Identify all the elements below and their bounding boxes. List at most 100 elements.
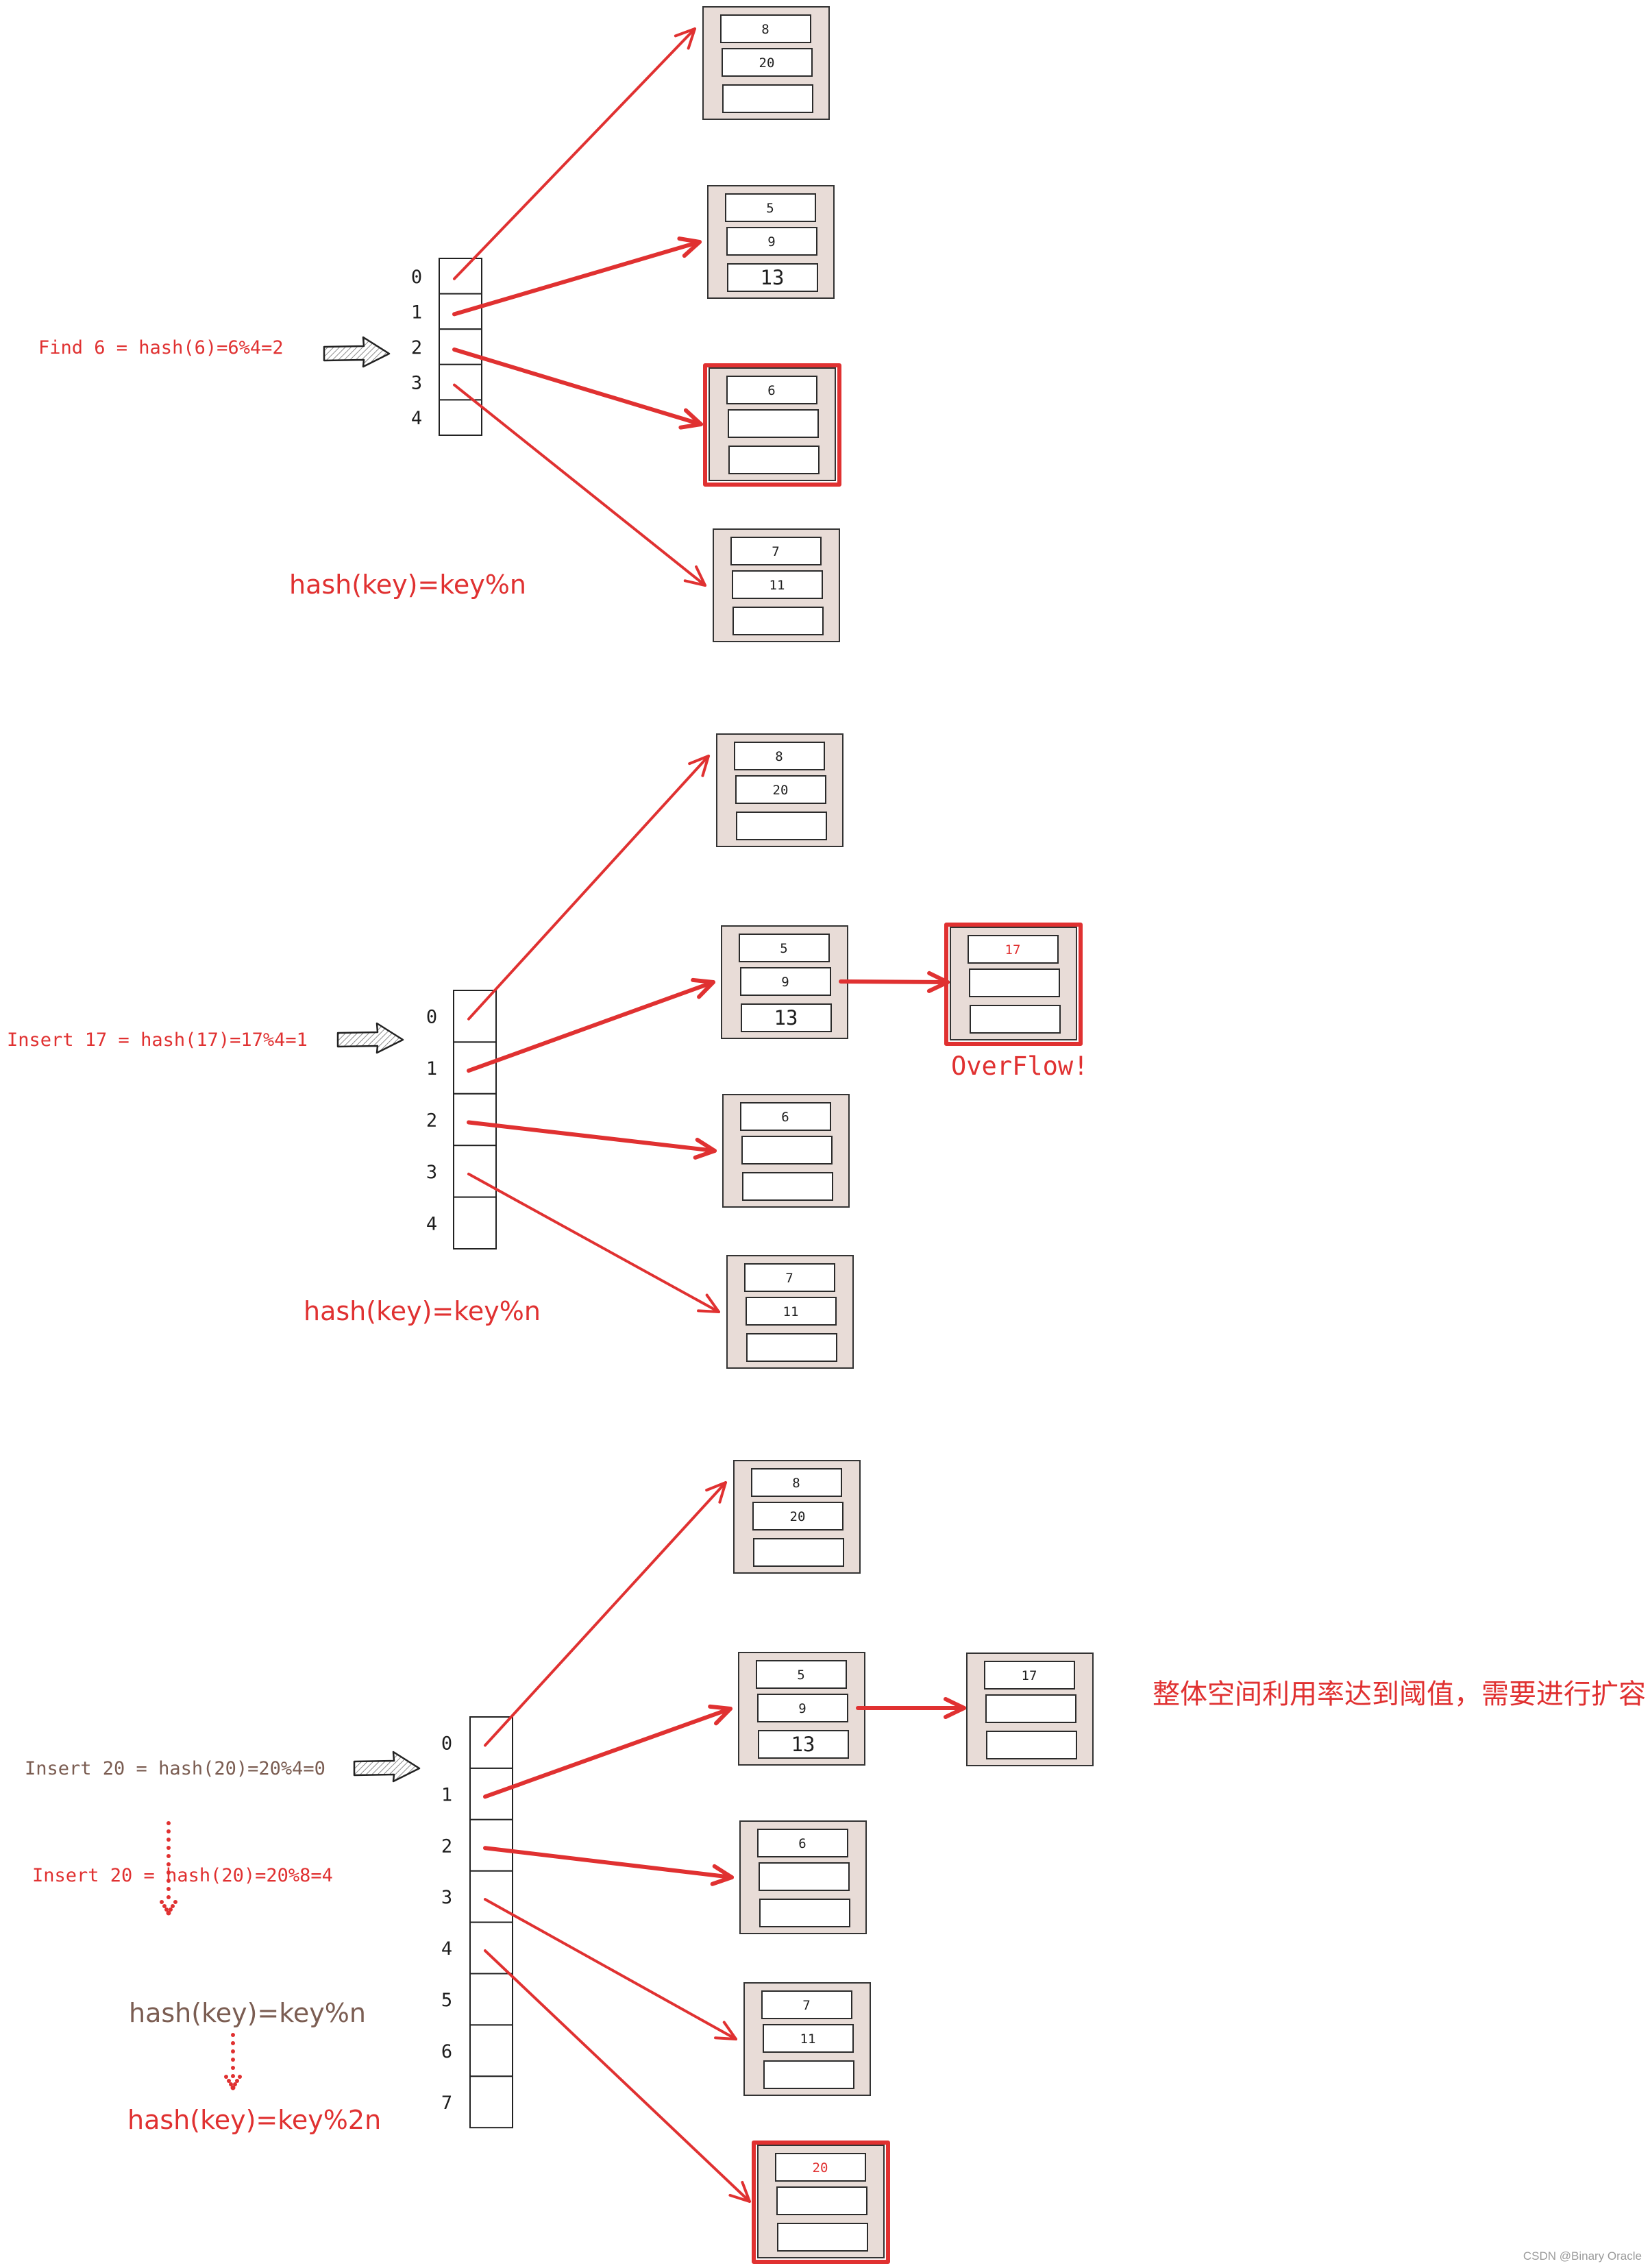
slot-value: 9 [767,234,775,249]
pointer-line [484,1949,751,2203]
array-index-label: 3 [411,373,422,394]
array-cell [469,1716,513,1769]
array-cell [469,2075,513,2129]
dot [167,1838,171,1842]
dot [231,2033,235,2037]
dot [167,1846,171,1850]
array-cell [453,1196,497,1249]
array-index-label: 4 [426,1213,437,1234]
dot [231,2049,235,2053]
slot-value: 11 [769,578,785,593]
dot [167,1854,171,1858]
bucket-slot [728,446,820,474]
slot-value: 5 [780,941,787,956]
bucket-1: 5 9 13 [721,925,848,1039]
bucket-0: 8 20 [733,1460,861,1574]
pointer-arrow-icon [336,1022,404,1054]
array-cell [453,1145,497,1198]
expansion-note: 整体空间利用率达到阈值，需要进行扩容 [1153,1679,1646,1710]
array-cell [453,990,497,1043]
array-index-label: 2 [426,1110,437,1132]
dot [167,1895,171,1899]
bucket-3: 7 11 [743,1982,871,2096]
overflow-link-line [839,979,950,984]
array-index-label: 0 [411,267,422,288]
bucket-slot [759,1899,850,1927]
slot-value: 7 [785,1271,793,1286]
pointer-line [467,1172,720,1313]
operation-text: Insert 17 = hash(17)=17%4=1 [7,1029,308,1051]
hash-formula: hash(key)=key%n [289,570,526,600]
hash-array: 0 1 2 3 4 [426,990,497,1249]
section-insert-17: Insert 17 = hash(17)=17%4=1 hash(key)=ke… [7,733,1088,1369]
slot-value: 17 [1022,1668,1037,1683]
array-cell [439,258,482,295]
array-index-label: 1 [441,1784,452,1805]
array-index-label: 4 [441,1938,452,1960]
slot-value: 8 [792,1476,800,1491]
dot [167,1887,171,1891]
dot [167,1821,171,1825]
bucket-3: 7 11 [713,528,840,642]
bucket-2: 6 [703,363,841,487]
operation-text: Insert 20 = hash(20)=20%4=0 [25,1758,325,1779]
dot [230,2085,236,2090]
array-cell [469,1870,513,1923]
bucket-slot [736,812,827,840]
array-index-label: 2 [411,337,422,358]
slot-value: 5 [766,201,774,216]
dot [235,2079,239,2083]
pointer-line [467,980,715,1073]
hash-formula-after: hash(key)=key%2n [127,2105,381,2135]
bucket-slot [763,2060,854,2089]
pointer-line [467,755,710,1021]
array-index-label: 5 [441,1990,452,2011]
pointer-line [484,1481,727,1747]
slot-value: 9 [798,1701,806,1716]
array-cell [453,1093,497,1147]
watermark: CSDN @Binary Oracle [1523,2249,1642,2263]
dot [166,1910,171,1916]
array-index-label: 3 [426,1162,437,1183]
pointer-arrow-icon [353,1751,421,1783]
pointer-line [453,27,696,280]
bucket-slot [741,1136,833,1165]
transition-arrow-icon [224,2033,242,2090]
pointer-line [483,1846,734,1879]
dot [231,2074,235,2078]
array-cell [469,2024,513,2077]
bucket-1: 5 9 13 [707,185,835,299]
dot [167,1829,171,1833]
array-cell [469,1921,513,1975]
slot-value: 20 [813,2160,828,2175]
array-index-label: 0 [426,1007,437,1028]
array-index-label: 3 [441,1887,452,1908]
pointer-arrow-icon [323,336,391,368]
slot-value: 13 [791,1733,815,1756]
bucket-0: 8 20 [702,6,830,120]
pointer-line [452,240,702,317]
slot-value: 7 [802,1998,810,2013]
slot-value: 11 [800,2032,816,2047]
bucket-4: 20 [752,2141,890,2264]
dot [171,1904,175,1908]
operation-text-after: Insert 20 = hash(20)=20%8=4 [32,1865,333,1886]
operation-text: Find 6 = hash(6)=6%4=2 [38,337,284,358]
bucket-2: 6 [739,1820,867,1934]
bucket-slot [986,1731,1077,1759]
overflow-bucket: 17 [966,1653,1094,1766]
array-index-label: 7 [441,2093,452,2114]
overflow-bucket: 17 [944,923,1083,1046]
slot-value: 9 [781,975,789,990]
dot [224,2075,228,2079]
bucket-1: 5 9 13 [738,1652,865,1766]
slot-value: 6 [767,383,775,398]
slot-value: 20 [790,1509,806,1524]
slot-value: 11 [783,1304,799,1319]
dot [231,2041,235,2045]
bucket-slot [722,84,813,113]
hash-formula: hash(key)=key%n [304,1296,541,1326]
pointer-line [484,1898,737,2040]
bucket-slot [753,1538,844,1567]
slot-value: 20 [759,56,775,71]
